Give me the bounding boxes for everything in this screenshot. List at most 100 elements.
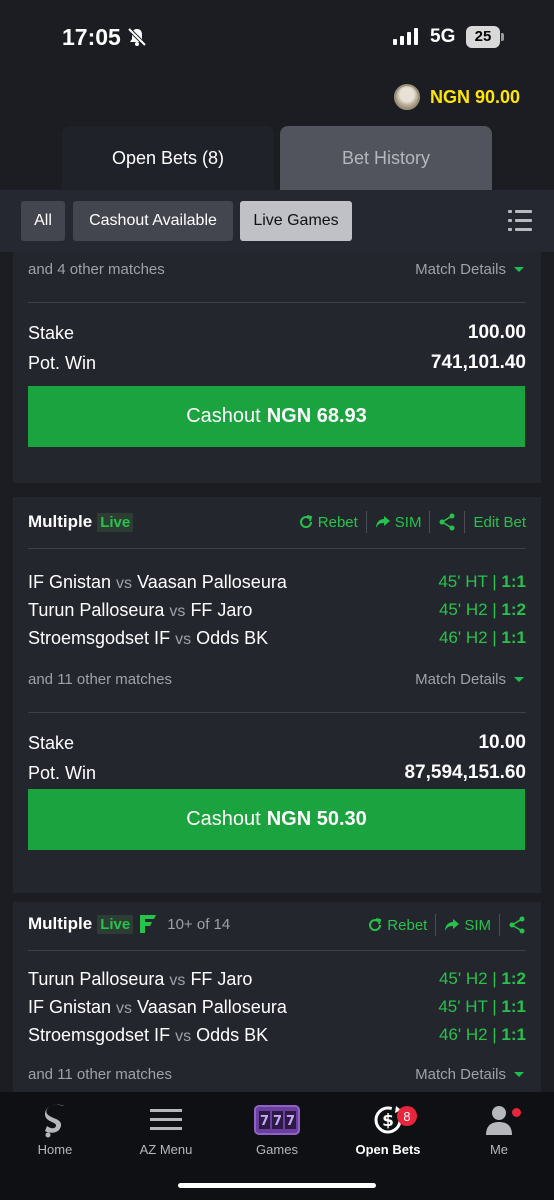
other-matches-text: and 11 other matches [28, 1066, 172, 1083]
sim-button[interactable]: SIM [375, 514, 421, 531]
home-team: Stroemsgodset IF [28, 1025, 171, 1045]
cashout-button[interactable]: Cashout NGN 68.93 [28, 386, 525, 447]
bet-type: Multiple [28, 512, 93, 531]
home-team: IF Gnistan [28, 572, 112, 592]
avatar[interactable] [393, 84, 420, 110]
bets-list[interactable]: and 4 other matches Match Details Stake … [0, 252, 554, 1092]
match-row[interactable]: IF Gnistan vs Vaasan Palloseura 45' HT |… [28, 997, 526, 1018]
share-button[interactable] [438, 513, 456, 531]
rebet-button[interactable]: Rebet [367, 917, 427, 934]
pot-win-label: Pot. Win [28, 353, 97, 373]
list-view-icon[interactable] [508, 210, 532, 232]
match-score: 1:1 [501, 1025, 526, 1044]
live-badge: Live [97, 512, 134, 532]
clock: 17:05 [62, 24, 121, 50]
nav-open-bets[interactable]: $ 8 Open Bets [333, 1100, 443, 1157]
match-time: 45' H2 | [438, 969, 497, 988]
nav-home[interactable]: Home [0, 1100, 110, 1157]
share-button[interactable] [508, 916, 526, 934]
away-team: Odds BK [196, 1025, 269, 1045]
nav-label: Home [37, 1142, 73, 1157]
live-badge: Live [97, 914, 134, 934]
match-score: 1:2 [501, 600, 526, 619]
stake-label: Stake [28, 733, 75, 753]
match-score: 1:1 [501, 628, 526, 647]
away-team: Vaasan Palloseura [137, 997, 287, 1017]
vs-text: vs [116, 575, 133, 592]
menu-icon [150, 1109, 182, 1130]
svg-text:7: 7 [273, 1114, 282, 1129]
pot-win-value: 741,101.40 [430, 352, 526, 373]
svg-text:7: 7 [260, 1114, 269, 1129]
bet-title: Multiple Live 10+ of 14 [28, 913, 230, 935]
battery-level: 25 [466, 26, 500, 48]
filter-live-games[interactable]: Live Games [240, 201, 352, 241]
account-balance[interactable]: NGN 90.00 [393, 84, 520, 110]
refresh-icon [299, 515, 312, 529]
match-row[interactable]: Turun Palloseura vs FF Jaro 45' H2 | 1:2 [28, 969, 526, 990]
filter-all[interactable]: All [21, 201, 65, 241]
tab-bet-history[interactable]: Bet History [280, 126, 492, 190]
nav-me[interactable]: Me [444, 1100, 554, 1157]
match-details-toggle[interactable]: Match Details [415, 1066, 524, 1083]
match-details-toggle[interactable]: Match Details [415, 261, 524, 278]
bet-type: Multiple [28, 914, 93, 933]
divider [28, 950, 526, 951]
home-team: IF Gnistan [28, 997, 112, 1017]
filter-cashout-available[interactable]: Cashout Available [73, 201, 233, 241]
other-matches-text: and 4 other matches [28, 261, 165, 278]
cashout-amount: NGN 68.93 [266, 405, 367, 427]
away-team: Odds BK [196, 628, 269, 648]
match-details-toggle[interactable]: Match Details [415, 671, 524, 688]
cashout-amount: NGN 50.30 [266, 808, 367, 830]
away-team: FF Jaro [190, 600, 253, 620]
flex-f-icon [140, 915, 157, 933]
nav-label: Me [489, 1142, 509, 1157]
match-time: 45' HT | [438, 997, 497, 1016]
home-indicator [178, 1183, 376, 1188]
stake-label: Stake [28, 323, 75, 343]
divider [28, 302, 526, 303]
stake-value: 10.00 [478, 732, 526, 753]
cashout-button[interactable]: Cashout NGN 50.30 [28, 789, 525, 850]
nav-games[interactable]: 777 Games [222, 1100, 332, 1157]
bet-actions: Rebet SIM [367, 914, 526, 936]
match-score: 1:1 [501, 572, 526, 591]
bet-card: and 4 other matches Match Details Stake … [13, 252, 541, 483]
away-team: FF Jaro [190, 969, 253, 989]
nav-label: AZ Menu [139, 1142, 193, 1157]
divider [28, 548, 526, 549]
nav-az-menu[interactable]: AZ Menu [111, 1100, 221, 1157]
vs-text: vs [116, 1000, 133, 1017]
match-row[interactable]: IF Gnistan vs Vaasan Palloseura 45' HT |… [28, 572, 526, 593]
vs-text: vs [175, 1028, 192, 1045]
home-team: Turun Palloseura [28, 600, 165, 620]
bet-sub-info: 10+ of 14 [167, 915, 231, 933]
caret-down-icon [514, 267, 524, 272]
pot-win-value: 87,594,151.60 [404, 762, 526, 783]
match-details-label: Match Details [415, 671, 506, 688]
match-time: 46' H2 | [438, 1025, 497, 1044]
match-row[interactable]: Stroemsgodset IF vs Odds BK 46' H2 | 1:1 [28, 1025, 526, 1046]
vs-text: vs [169, 972, 186, 989]
away-team: Vaasan Palloseura [137, 572, 287, 592]
rebet-button[interactable]: Rebet [298, 514, 358, 531]
tab-open-bets[interactable]: Open Bets (8) [62, 126, 274, 190]
sim-button[interactable]: SIM [444, 917, 491, 934]
match-score: 1:2 [501, 969, 526, 988]
network-type: 5G [430, 26, 456, 47]
edit-bet-button[interactable]: Edit Bet [473, 514, 526, 531]
status-bar: 17:05 5G 25 [0, 0, 554, 76]
match-row[interactable]: Stroemsgodset IF vs Odds BK 46' H2 | 1:1 [28, 628, 526, 649]
bet-title: Multiple Live [28, 512, 134, 532]
match-row[interactable]: Turun Palloseura vs FF Jaro 45' H2 | 1:2 [28, 600, 526, 621]
bet-card: Multiple Live Rebet SIM Edit Bet IF Gnis… [13, 497, 541, 893]
divider [28, 712, 526, 713]
bell-muted-icon [127, 27, 147, 47]
match-score: 1:1 [501, 997, 526, 1016]
match-details-label: Match Details [415, 1066, 506, 1083]
nav-label: Open Bets [355, 1142, 421, 1157]
rebet-label: Rebet [387, 916, 428, 934]
match-time: 45' HT | [438, 572, 497, 591]
filter-bar: All Cashout Available Live Games [0, 190, 554, 252]
